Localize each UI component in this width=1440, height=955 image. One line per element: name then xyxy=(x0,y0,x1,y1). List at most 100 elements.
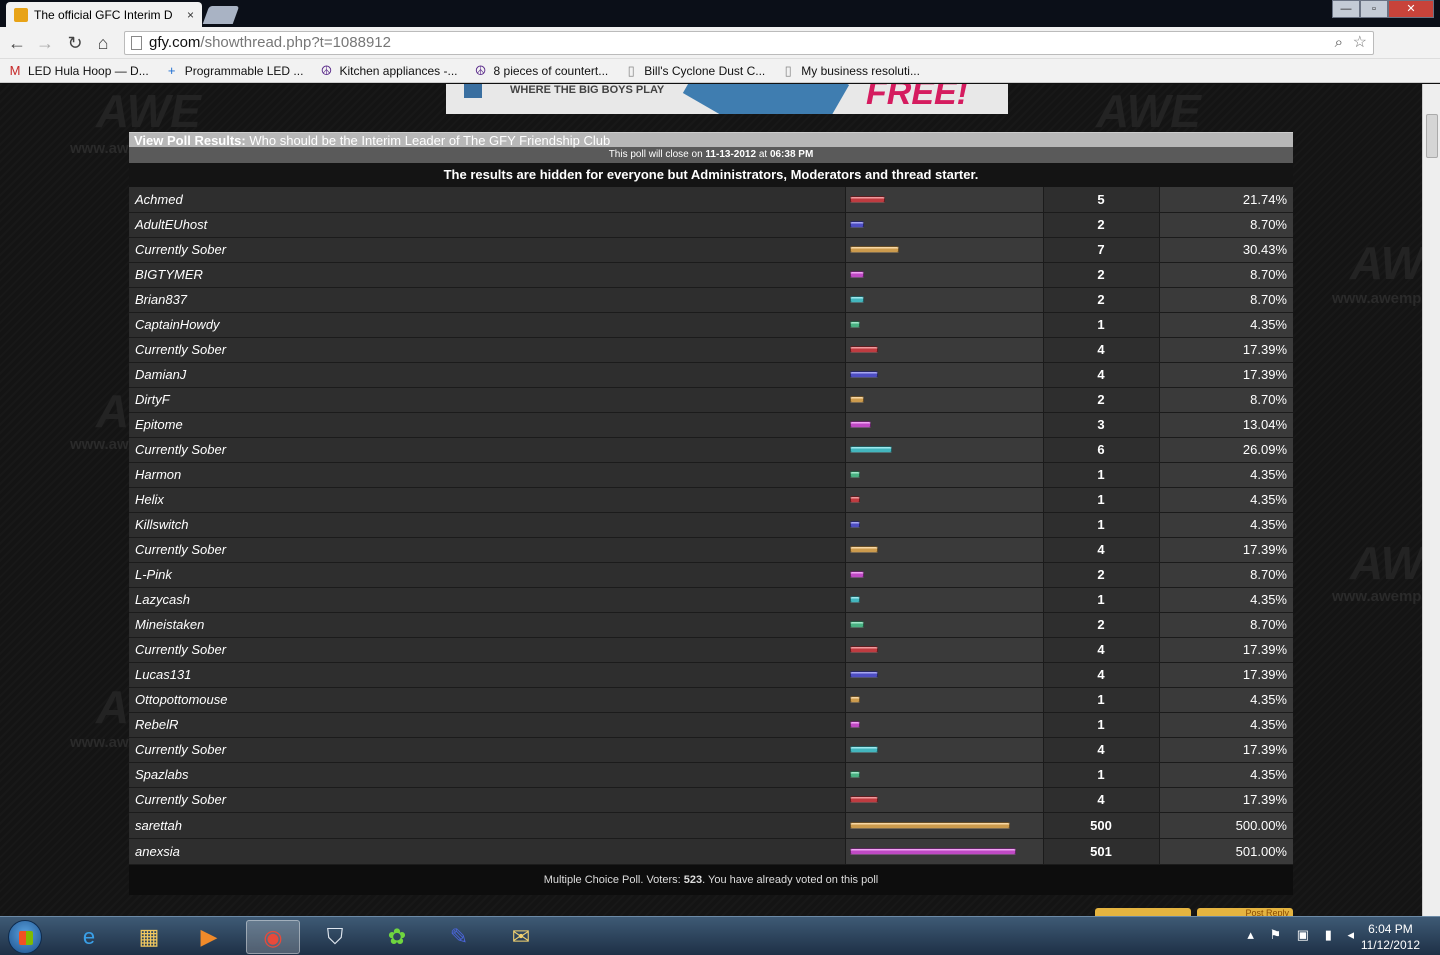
poll-option-bar-cell xyxy=(844,762,1043,788)
vertical-scrollbar[interactable] xyxy=(1422,84,1440,916)
poll-option-bar-cell xyxy=(844,662,1043,688)
clock-date: 11/12/2012 xyxy=(1360,938,1420,952)
poll-option-percent: 8.70% xyxy=(1158,562,1293,588)
poll-option-bar-cell xyxy=(844,237,1043,263)
poll-option-votes: 2 xyxy=(1042,387,1159,413)
poll-option-name: Currently Sober xyxy=(129,537,845,563)
pen-icon[interactable]: ✎ xyxy=(432,920,486,954)
minimize-button[interactable]: — xyxy=(1332,0,1360,18)
poll-option-votes: 4 xyxy=(1042,787,1159,813)
bookmark-item[interactable]: ▯ Bill's Cyclone Dust C... xyxy=(624,63,766,78)
bookmark-item[interactable]: ☮ Kitchen appliances -... xyxy=(319,63,458,78)
maximize-button[interactable]: ▫ xyxy=(1360,0,1388,18)
poll-option-percent: 4.35% xyxy=(1158,762,1293,788)
poll-option-bar-cell xyxy=(844,312,1043,338)
forward-arrow-icon[interactable]: → xyxy=(34,32,56,54)
poll-option-bar-cell xyxy=(844,212,1043,238)
start-button[interactable] xyxy=(8,920,42,954)
poll-option-percent: 17.39% xyxy=(1158,362,1293,388)
bookmark-label: 8 pieces of countert... xyxy=(493,63,609,78)
poll-option-bar-cell xyxy=(844,537,1043,563)
poll-option-row: BIGTYMER 2 8.70% xyxy=(129,262,1293,288)
site-favicon-icon xyxy=(14,7,28,22)
ad-banner[interactable]: WHERE THE BIG BOYS PLAY FREE! xyxy=(446,84,1008,114)
watermark-text: www.awemp xyxy=(1332,290,1422,307)
mail-icon[interactable]: ✉ xyxy=(494,920,548,954)
watermark-text: www.awemp xyxy=(1332,588,1422,605)
poll-option-votes: 501 xyxy=(1042,838,1159,865)
poll-option-row: Achmed 5 21.74% xyxy=(129,187,1293,213)
poll-option-bar-cell xyxy=(844,412,1043,438)
address-bar[interactable]: gfy.com/showthread.php?t=1088912 ⌕ ☆ xyxy=(124,31,1374,55)
bookmark-label: My business resoluti... xyxy=(801,63,920,78)
poll-option-votes: 1 xyxy=(1042,687,1159,713)
poll-option-percent: 4.35% xyxy=(1158,687,1293,713)
home-icon[interactable]: ⌂ xyxy=(92,32,114,54)
bookmark-star-icon[interactable]: ☆ xyxy=(1353,32,1367,54)
media-player-icon[interactable]: ▶ xyxy=(182,920,236,954)
poll-option-name: Killswitch xyxy=(129,512,845,538)
poll-option-percent: 30.43% xyxy=(1158,237,1293,263)
icq-icon[interactable]: ✿ xyxy=(370,920,424,954)
poll-option-votes: 4 xyxy=(1042,737,1159,763)
bookmark-item[interactable]: ☮ 8 pieces of countert... xyxy=(474,63,609,78)
scrollbar-thumb[interactable] xyxy=(1426,114,1438,158)
poll-option-bar-cell xyxy=(844,562,1043,588)
zoom-icon[interactable]: ⌕ xyxy=(1335,32,1343,54)
system-tray[interactable]: ▴ ⚑ ▣ ▮ ◂ xyxy=(1247,927,1360,943)
poll-option-bar xyxy=(849,771,860,778)
tab-close-icon[interactable]: × xyxy=(187,8,194,22)
poll-voters-count: 523 xyxy=(683,873,703,886)
poll-option-name: Currently Sober xyxy=(129,237,845,263)
poll-option-bar xyxy=(849,696,860,703)
poll-option-name: anexsia xyxy=(129,838,845,865)
poll-option-bar xyxy=(849,321,860,328)
taskbar-clock[interactable]: 6:04 PM 11/12/2012 xyxy=(1361,921,1420,953)
back-arrow-icon[interactable]: ← xyxy=(6,32,28,54)
bookmark-item[interactable]: ▯ My business resoluti... xyxy=(781,63,920,78)
explorer-icon[interactable]: ▦ xyxy=(122,920,176,954)
new-tab-button[interactable] xyxy=(202,6,240,24)
url-path: /showthread.php?t=1088912 xyxy=(200,34,391,51)
poll-option-percent: 8.70% xyxy=(1158,287,1293,313)
poll-option-row: Currently Sober 4 17.39% xyxy=(129,537,1293,563)
banner-graphic xyxy=(682,84,850,114)
poll-option-name: Brian837 xyxy=(129,287,845,313)
poll-option-bar-cell xyxy=(844,337,1043,363)
poll-option-votes: 4 xyxy=(1042,362,1159,388)
poll-option-row: Brian837 2 8.70% xyxy=(129,287,1293,313)
poll-option-bar xyxy=(849,746,878,753)
bookmark-item[interactable]: M LED Hula Hoop — D... xyxy=(8,63,149,78)
poll-option-bar xyxy=(849,371,878,378)
poll-option-row: Currently Sober 6 26.09% xyxy=(129,437,1293,463)
poll-footer: Multiple Choice Poll. Voters: 523. You h… xyxy=(129,864,1293,895)
poll-close-time: 06:38 PM xyxy=(769,149,814,160)
ie-icon[interactable]: e xyxy=(62,920,116,954)
browser-tab[interactable]: The official GFC Interim D × xyxy=(6,2,202,27)
poll-option-bar xyxy=(849,396,864,403)
chrome-icon[interactable]: ◉ xyxy=(246,920,300,954)
shield-icon[interactable]: ⛉ xyxy=(308,920,362,954)
bookmark-item[interactable]: + Programmable LED ... xyxy=(165,63,304,78)
poll-option-bar-cell xyxy=(844,462,1043,488)
poll-option-percent: 4.35% xyxy=(1158,512,1293,538)
poll-option-row: Spazlabs 1 4.35% xyxy=(129,762,1293,788)
new-thread-button[interactable] xyxy=(1095,908,1191,916)
poll-option-row: CaptainHowdy 1 4.35% xyxy=(129,312,1293,338)
poll-option-name: sarettah xyxy=(129,812,845,839)
poll-option-bar xyxy=(849,546,878,553)
poll-option-bar xyxy=(849,621,864,628)
poll-option-bar xyxy=(849,596,860,603)
poll-option-percent: 8.70% xyxy=(1158,612,1293,638)
close-window-button[interactable]: ✕ xyxy=(1388,0,1434,18)
post-reply-button[interactable]: Post Reply xyxy=(1197,908,1293,916)
poll-option-name: Currently Sober xyxy=(129,737,845,763)
poll-option-row: Currently Sober 4 17.39% xyxy=(129,337,1293,363)
poll-footer-suffix: . You have already voted on this poll xyxy=(702,873,879,886)
poll-option-row: DirtyF 2 8.70% xyxy=(129,387,1293,413)
poll-option-bar xyxy=(849,195,885,203)
poll-option-bar xyxy=(849,271,864,278)
poll-option-row: Currently Sober 4 17.39% xyxy=(129,787,1293,813)
reload-icon[interactable]: ↻ xyxy=(64,32,86,54)
poll-results-table: Achmed 5 21.74% AdultEUhost 2 8.70% Currently … xyxy=(129,187,1293,865)
